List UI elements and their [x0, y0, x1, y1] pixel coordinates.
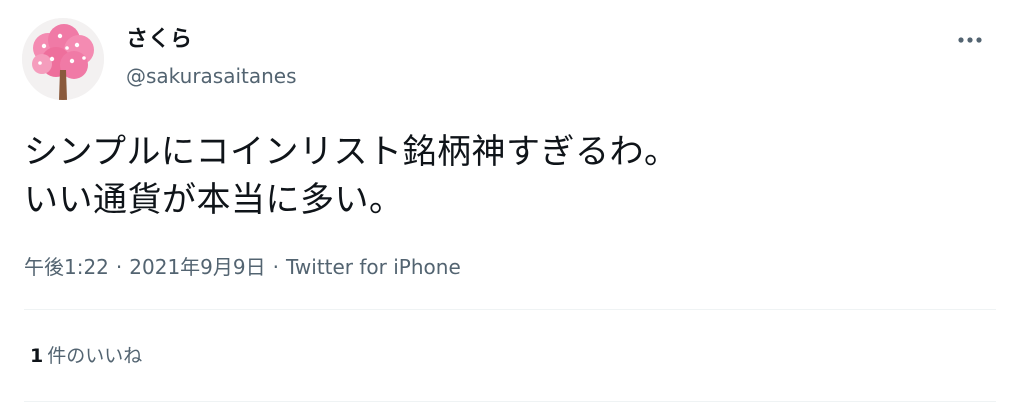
- tweet-text: シンプルにコインリスト銘柄神すぎるわ。 いい通貨が本当に多い。: [24, 128, 984, 224]
- like-label: 件のいいね: [47, 345, 143, 367]
- more-options-button[interactable]: [946, 24, 994, 56]
- tweet-text-line: シンプルにコインリスト銘柄神すぎるわ。: [24, 132, 679, 172]
- tweet-meta: 午後1:22 · 2021年9月9日 · Twitter for iPhone: [24, 252, 461, 282]
- meta-separator: ·: [272, 255, 279, 279]
- divider: [24, 401, 996, 402]
- tweet-source-link[interactable]: Twitter for iPhone: [286, 255, 461, 279]
- tweet-timestamp-link[interactable]: 午後1:22 · 2021年9月9日: [24, 255, 266, 279]
- display-name[interactable]: さくら: [126, 26, 192, 54]
- like-count: 1: [30, 345, 44, 367]
- divider: [24, 309, 996, 310]
- likes-link[interactable]: 1 件のいいね: [30, 341, 142, 371]
- avatar[interactable]: [22, 18, 104, 100]
- cherry-blossom-tree-icon: [22, 18, 104, 100]
- user-handle[interactable]: @sakurasaitanes: [126, 62, 297, 90]
- tweet-date: 2021年9月9日: [129, 255, 266, 279]
- more-dots-icon: [958, 37, 982, 43]
- meta-separator: ·: [115, 255, 123, 279]
- tweet-card: さくら @sakurasaitanes シンプルにコインリスト銘柄神すぎるわ。 …: [0, 0, 1024, 413]
- tweet-text-line: いい通貨が本当に多い。: [24, 180, 404, 220]
- tweet-time: 午後1:22: [24, 255, 109, 279]
